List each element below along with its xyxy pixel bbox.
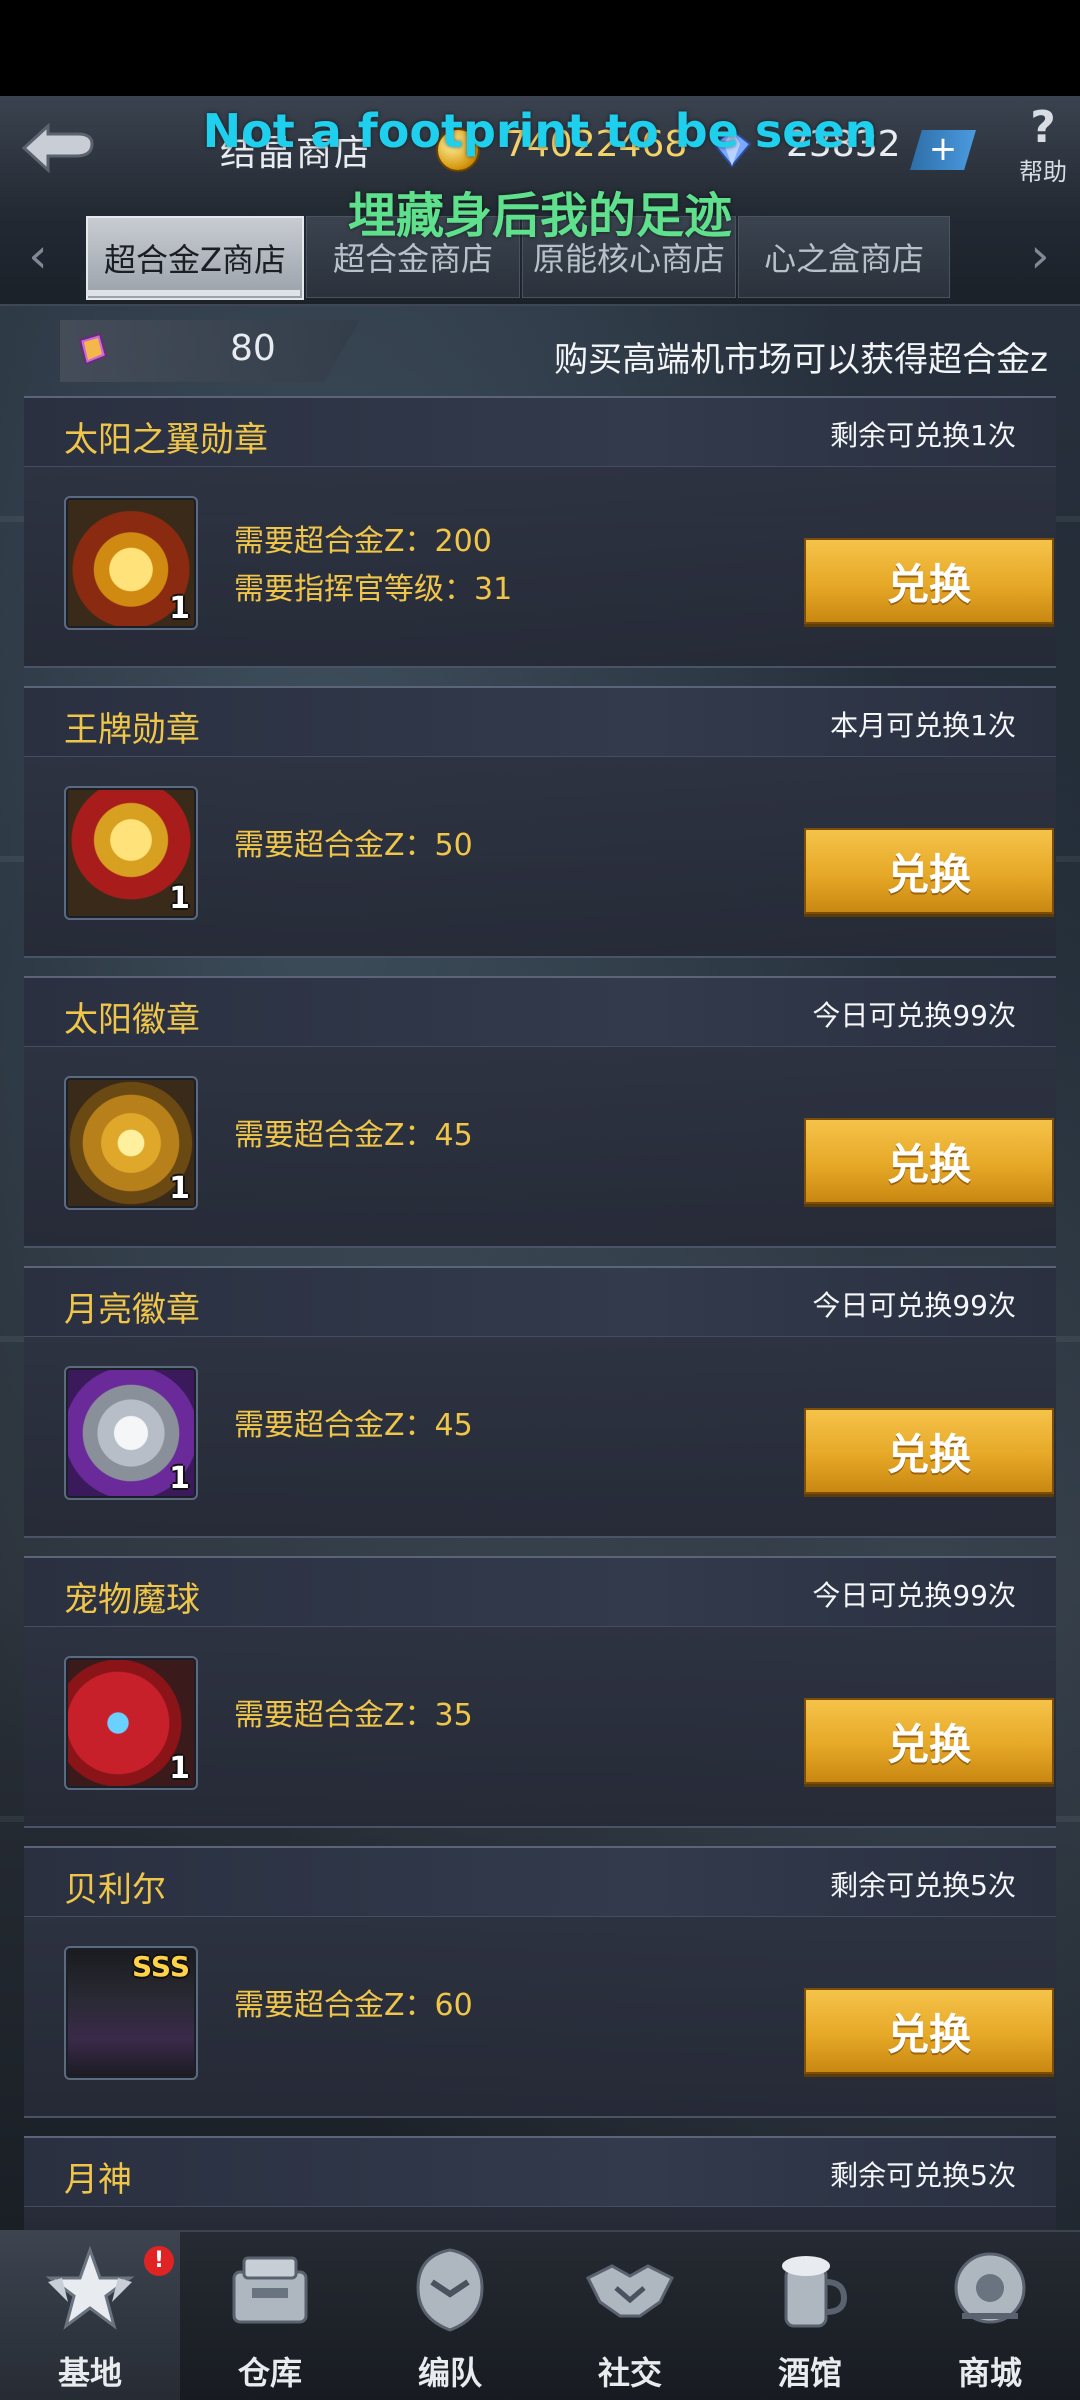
ace-medal-icon[interactable]: 1: [64, 786, 198, 920]
exchange-limit: 剩余可兑换1次: [830, 419, 1016, 452]
item-count: 1: [169, 881, 190, 916]
item-requirement: 需要超合金Z：45: [234, 1408, 473, 1443]
exchange-button[interactable]: 兑换: [804, 1408, 1054, 1494]
item-count: 1: [169, 1751, 190, 1786]
card-header: 王牌勋章 本月可兑换1次: [24, 688, 1056, 757]
exchange-button[interactable]: 兑换: [804, 1988, 1054, 2074]
lyric-overlay-english: Not a footprint to be seen: [202, 104, 878, 158]
exchange-button[interactable]: 兑换: [804, 1698, 1054, 1784]
nav-social[interactable]: 社交: [540, 2232, 720, 2400]
exchange-limit: 今日可兑换99次: [812, 1579, 1016, 1612]
nav-formation[interactable]: 编队: [360, 2232, 540, 2400]
superalloy-z-icon: [78, 332, 108, 366]
nav-label: 酒馆: [777, 2354, 842, 2392]
item-requirement: 需要超合金Z：45: [234, 1118, 473, 1153]
base-star-icon: [45, 2245, 135, 2330]
lyric-overlay-chinese: 埋藏身后我的足迹: [347, 188, 732, 244]
item-name: 月亮徽章: [64, 1290, 200, 1330]
exchange-limit: 今日可兑换99次: [812, 999, 1016, 1032]
exchange-limit: 今日可兑换99次: [812, 1289, 1016, 1322]
sun-wing-medal-icon[interactable]: 1: [64, 496, 198, 630]
item-name: 宠物魔球: [64, 1580, 200, 1620]
item-name: 贝利尔: [64, 1870, 166, 1910]
nav-label: 基地: [57, 2354, 122, 2392]
shop-item-card: 太阳之翼勋章 剩余可兑换1次 1 需要超合金Z：200 需要指挥官等级：31 兑…: [24, 396, 1056, 668]
item-level-requirement: 需要指挥官等级：31: [234, 572, 513, 607]
card-header: 太阳徽章 今日可兑换99次: [24, 978, 1056, 1047]
shop-item-card: 月神 剩余可兑换5次: [24, 2136, 1056, 2234]
active-tab-indicator: [86, 290, 300, 296]
exchange-limit: 剩余可兑换5次: [830, 2159, 1016, 2192]
exchange-button[interactable]: 兑换: [804, 1118, 1054, 1204]
item-name: 王牌勋章: [64, 710, 200, 750]
exchange-limit: 本月可兑换1次: [830, 709, 1016, 742]
nav-mall[interactable]: 商城: [900, 2232, 1080, 2400]
card-header: 宠物魔球 今日可兑换99次: [24, 1558, 1056, 1627]
item-count: 1: [169, 1171, 190, 1206]
card-header: 月神 剩余可兑换5次: [24, 2138, 1056, 2207]
nav-warehouse[interactable]: 仓库: [180, 2232, 360, 2400]
formation-icon: [416, 2248, 484, 2332]
item-name: 太阳徽章: [64, 1000, 200, 1040]
nav-tavern[interactable]: 酒馆: [720, 2232, 900, 2400]
item-rank: SSS: [132, 1950, 190, 1983]
item-requirement: 需要超合金Z：50: [234, 828, 473, 863]
item-requirement: 需要超合金Z：200: [234, 524, 492, 559]
handshake-icon: [585, 2264, 675, 2318]
card-header: 太阳之翼勋章 剩余可兑换1次: [24, 398, 1056, 467]
moon-badge-icon[interactable]: 1: [64, 1366, 198, 1500]
item-count: 1: [169, 1461, 190, 1496]
item-name: 月神: [64, 2160, 132, 2200]
belial-robot-icon[interactable]: SSS: [64, 1946, 198, 2080]
app-root: 结晶商店 74022468 23832 + ? 帮助 ‹ 超合金Z商店 超合金商…: [0, 0, 1080, 2400]
nav-label: 社交: [597, 2354, 662, 2392]
shop-item-card: 王牌勋章 本月可兑换1次 1 需要超合金Z：50 兑换: [24, 686, 1056, 958]
pet-ball-icon[interactable]: 1: [64, 1656, 198, 1790]
item-requirement: 需要超合金Z：60: [234, 1988, 473, 2023]
nav-alert-badge: !: [144, 2246, 174, 2276]
exchange-limit: 剩余可兑换5次: [830, 1869, 1016, 1902]
mall-icon: [954, 2252, 1026, 2324]
sun-badge-icon[interactable]: 1: [64, 1076, 198, 1210]
shop-item-card: 贝利尔 剩余可兑换5次 SSS 需要超合金Z：60 兑换: [24, 1846, 1056, 2118]
exchange-button[interactable]: 兑换: [804, 538, 1054, 624]
shop-item-card: 月亮徽章 今日可兑换99次 1 需要超合金Z：45 兑换: [24, 1266, 1056, 1538]
item-count: 1: [169, 591, 190, 626]
shop-item-card: 太阳徽章 今日可兑换99次 1 需要超合金Z：45 兑换: [24, 976, 1056, 1248]
nav-label: 编队: [417, 2354, 482, 2392]
nav-label: 仓库: [237, 2354, 302, 2392]
item-name: 太阳之翼勋章: [64, 420, 268, 460]
bottom-navigation: ! 基地 仓库 编队 社交 酒馆 商城: [0, 2230, 1080, 2400]
tavern-icon: [782, 2256, 848, 2328]
superalloy-z-hint: 购买高端机市场可以获得超合金z: [554, 340, 1048, 380]
status-strip: [0, 0, 1080, 96]
warehouse-icon: [232, 2256, 308, 2324]
shop-item-card: 宠物魔球 今日可兑换99次 1 需要超合金Z：35 兑换: [24, 1556, 1056, 1828]
exchange-button[interactable]: 兑换: [804, 828, 1054, 914]
card-header: 贝利尔 剩余可兑换5次: [24, 1848, 1056, 1917]
item-requirement: 需要超合金Z：35: [234, 1698, 473, 1733]
nav-base[interactable]: ! 基地: [0, 2232, 180, 2400]
superalloy-z-balance: 80: [230, 328, 276, 369]
card-header: 月亮徽章 今日可兑换99次: [24, 1268, 1056, 1337]
nav-label: 商城: [957, 2354, 1022, 2392]
